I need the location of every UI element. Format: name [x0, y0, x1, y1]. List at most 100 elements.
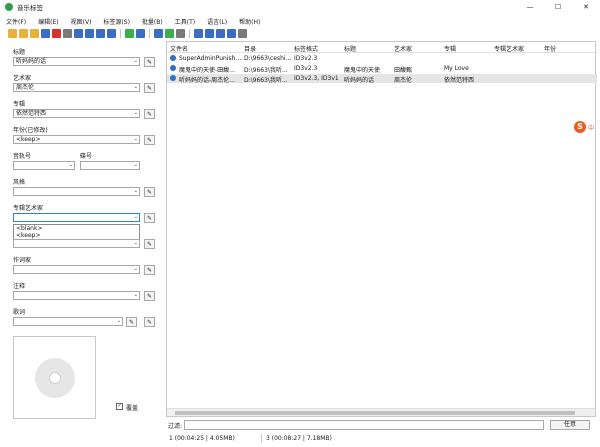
find-icon[interactable]	[85, 28, 94, 38]
cell-directory: D:\9663\我听...	[244, 77, 288, 84]
column-album[interactable]: 专辑	[444, 44, 456, 53]
comment-tool-button[interactable]: ✎	[144, 291, 155, 301]
chevron-down-icon: ⌄	[68, 162, 73, 168]
lyrics-edit-button[interactable]: ✎	[126, 317, 137, 327]
maximize-button[interactable]: ☐	[544, 0, 572, 14]
menu-tag-sources[interactable]: 标签源(S)	[97, 17, 136, 26]
composer-field[interactable]: ⌄	[13, 265, 140, 274]
year-field[interactable]: <keep> ⌄	[13, 135, 140, 144]
minimize-button[interactable]: —	[516, 0, 544, 14]
tag-source-icon[interactable]	[176, 28, 185, 38]
toolbar-separator	[189, 28, 190, 38]
cover-art-box[interactable]	[13, 336, 96, 419]
audio-file-icon	[170, 55, 176, 61]
album-artist-field[interactable]: ⌄	[13, 213, 140, 222]
comment-field[interactable]: ⌄	[13, 291, 140, 300]
dropdown-option-blank[interactable]: <blank>	[16, 225, 139, 232]
filter-input[interactable]	[184, 420, 544, 430]
save-icon[interactable]	[41, 28, 50, 38]
open-file-icon[interactable]	[30, 28, 39, 38]
table-row[interactable]: SuperAdminPunish.... D:\9663\ceshi... ID…	[167, 54, 597, 63]
year-tool-button[interactable]: ✎	[144, 135, 155, 145]
list-view-icon[interactable]	[136, 28, 145, 38]
file-list-header: 文件名 目录 标签格式 标题 艺术家 专辑 专辑艺术家 年份	[167, 42, 597, 53]
artist-tool-button[interactable]: ✎	[144, 83, 155, 93]
menu-file[interactable]: 文件(F)	[0, 17, 32, 26]
audio-file-icon	[170, 65, 176, 71]
table-row-selected[interactable]: 听妈妈的话-周杰伦... D:\9663\我听... ID3v2.3, ID3v…	[167, 74, 597, 84]
copy-icon[interactable]	[216, 28, 225, 38]
export-icon[interactable]	[154, 28, 163, 38]
table-row[interactable]: 魔鬼中的天使-田馥... D:\9663\我听... ID3v2.3 魔鬼中的天…	[167, 64, 597, 74]
overwrite-label: 覆盖	[126, 405, 139, 412]
genre-field[interactable]: ⌄	[13, 187, 140, 196]
settings-icon[interactable]	[227, 28, 236, 38]
chevron-down-icon: ⌄	[133, 266, 138, 272]
chevron-down-icon: ⌄	[133, 292, 138, 298]
scrollbar-thumb[interactable]	[175, 411, 575, 415]
chevron-down-icon: ⌄	[133, 188, 138, 194]
title-tool-button[interactable]: ✎	[144, 57, 155, 67]
open-folder-icon[interactable]	[8, 28, 17, 38]
disc-label: 碟号	[80, 153, 93, 160]
column-title[interactable]: 标题	[344, 44, 356, 53]
close-button[interactable]: ✕	[572, 0, 600, 14]
menu-tools[interactable]: 工具(T)	[169, 17, 201, 26]
artist-field[interactable]: 周杰伦 ⌄	[13, 83, 140, 92]
album-field[interactable]: 依然范特西 ⌄	[13, 109, 140, 118]
cell-filename: 魔鬼中的天使-田馥...	[179, 67, 235, 74]
cell-directory: D:\9663\ceshi...	[244, 55, 292, 62]
track-field[interactable]: ⌄	[13, 161, 75, 170]
year-label: 年份(已修改)	[13, 127, 48, 134]
column-album-artist[interactable]: 专辑艺术家	[494, 44, 524, 53]
image-icon[interactable]	[165, 28, 174, 38]
lyrics-field[interactable]: ⌄	[13, 317, 123, 326]
app-icon	[5, 3, 13, 11]
grid-view-icon[interactable]	[125, 28, 134, 38]
hidden-field[interactable]: ⌄	[13, 239, 140, 248]
comment-label: 注释	[13, 283, 26, 290]
chevron-down-icon: ⌄	[133, 110, 138, 116]
remove-tag-icon[interactable]	[52, 28, 61, 38]
ime-indicator[interactable]: S 中	[574, 120, 600, 134]
column-year[interactable]: 年份	[544, 44, 556, 53]
album-tool-button[interactable]: ✎	[144, 109, 155, 119]
filter-mode-button[interactable]: 任意	[550, 420, 590, 430]
gear-icon[interactable]	[238, 28, 247, 38]
genre-tool-button[interactable]: ✎	[144, 187, 155, 197]
audio-file-icon	[170, 75, 176, 81]
undo-icon[interactable]	[63, 28, 72, 38]
dropdown-option-keep[interactable]: <keep>	[16, 232, 139, 239]
album-artist-tool-button[interactable]: ✎	[144, 213, 155, 223]
menu-language[interactable]: 语言(L)	[201, 17, 233, 26]
cell-tag-format: ID3v2.3, ID3v1	[294, 75, 339, 82]
composer-tool-button[interactable]: ✎	[144, 265, 155, 275]
toolbar-separator	[149, 28, 150, 38]
column-directory[interactable]: 目录	[244, 44, 256, 53]
cell-tag-format: ID3v2.3	[294, 55, 318, 62]
hidden-field-tool-button[interactable]: ✎	[144, 239, 155, 249]
file-list-icon[interactable]	[74, 28, 83, 38]
menu-edit[interactable]: 编辑(E)	[32, 17, 64, 26]
disc-icon	[35, 358, 75, 398]
column-filename[interactable]: 文件名	[170, 44, 188, 53]
overwrite-checkbox[interactable]: ✓	[116, 403, 123, 410]
menu-view[interactable]: 视图(V)	[65, 17, 98, 26]
menu-help[interactable]: 帮助(H)	[233, 17, 266, 26]
composer-label: 作词家	[13, 257, 32, 264]
convert-icon[interactable]	[205, 28, 214, 38]
title-field[interactable]: 听妈妈的话 ⌄	[13, 57, 140, 66]
menu-batch[interactable]: 批量(B)	[136, 17, 169, 26]
tools-icon[interactable]	[194, 28, 203, 38]
status-separator	[261, 434, 262, 443]
album-label: 专辑	[13, 101, 26, 108]
chevron-down-icon: ⌄	[133, 136, 138, 142]
play-icon[interactable]	[96, 28, 105, 38]
column-artist[interactable]: 艺术家	[394, 44, 412, 53]
horizontal-scrollbar[interactable]	[167, 408, 595, 416]
disc-field[interactable]: ⌄	[80, 161, 140, 170]
column-tag-format[interactable]: 标签格式	[294, 44, 318, 53]
add-folder-icon[interactable]	[19, 28, 28, 38]
lyrics-tool-button[interactable]: ✎	[144, 317, 155, 327]
refresh-icon[interactable]	[107, 28, 116, 38]
